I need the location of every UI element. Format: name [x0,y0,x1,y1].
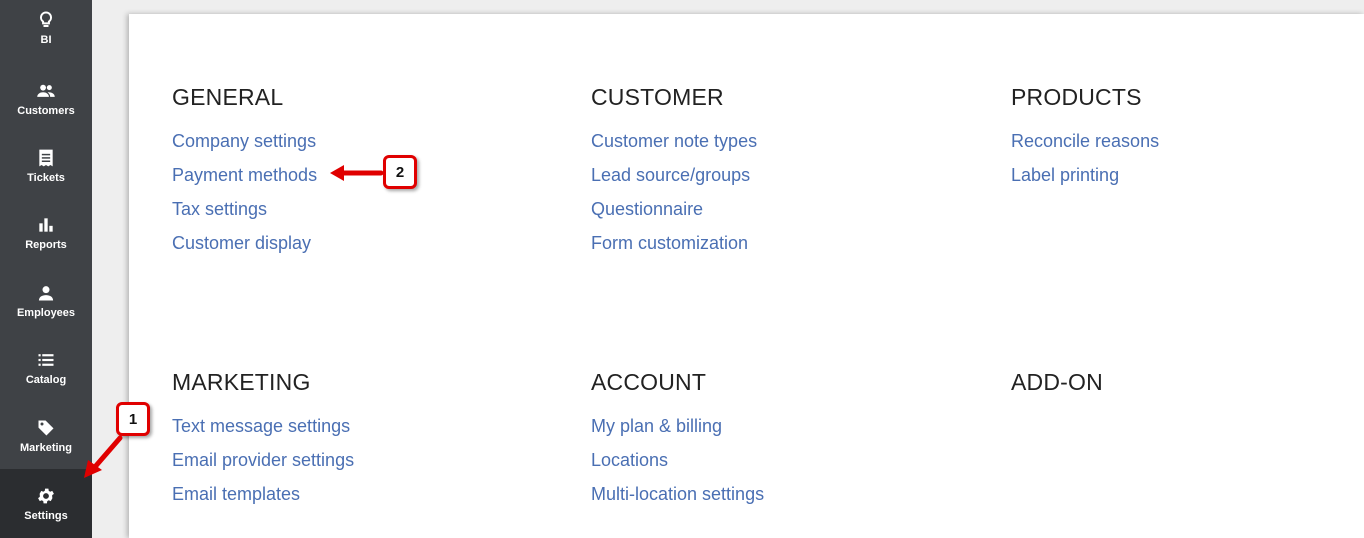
section-addon: ADD-ON [1011,369,1103,409]
nav-item-settings[interactable]: Settings [0,469,92,538]
section-title-customer: CUSTOMER [591,84,724,110]
link-email-provider-settings[interactable]: Email provider settings [172,443,354,477]
person-icon [38,285,54,300]
tag-icon [38,420,54,435]
link-label-printing[interactable]: Label printing [1011,158,1159,192]
lightbulb-icon [40,10,52,27]
section-account: ACCOUNT My plan & billing Locations Mult… [591,369,764,511]
section-title-marketing: MARKETING [172,369,311,395]
nav-item-marketing[interactable]: Marketing [0,402,92,469]
nav-label-settings: Settings [24,509,68,522]
link-my-plan-billing[interactable]: My plan & billing [591,409,764,443]
link-questionnaire[interactable]: Questionnaire [591,192,757,226]
receipt-icon [39,149,53,166]
section-products: PRODUCTS Reconcile reasons Label printin… [1011,84,1159,192]
settings-panel: GENERAL Company settings Payment methods… [129,14,1364,538]
nav-label-bi: BI [40,33,52,46]
list-icon [38,353,54,366]
section-title-account: ACCOUNT [591,369,707,395]
link-text-message-settings[interactable]: Text message settings [172,409,354,443]
link-lead-source-groups[interactable]: Lead source/groups [591,158,757,192]
nav-item-employees[interactable]: Employees [0,267,92,334]
link-tax-settings[interactable]: Tax settings [172,192,317,226]
link-customer-display[interactable]: Customer display [172,226,317,260]
gear-icon [38,488,54,503]
section-marketing: MARKETING Text message settings Email pr… [172,369,354,511]
link-locations[interactable]: Locations [591,443,764,477]
annotation-badge-1: 1 [116,402,150,436]
link-email-templates[interactable]: Email templates [172,477,354,511]
nav-item-catalog[interactable]: Catalog [0,334,92,401]
people-icon [37,84,55,97]
annotation-arrow-1 [84,435,123,478]
section-title-general: GENERAL [172,84,284,110]
sidebar: BI Customers Tickets Reports Employees C… [0,0,92,538]
bar-chart-icon [39,217,53,232]
link-payment-methods[interactable]: Payment methods [172,158,317,192]
nav-item-bi[interactable]: BI [0,0,92,61]
nav-label-catalog: Catalog [25,373,67,386]
link-company-settings[interactable]: Company settings [172,124,317,158]
nav-item-tickets[interactable]: Tickets [0,132,92,199]
annotation-badge-2: 2 [383,155,417,189]
section-general: GENERAL Company settings Payment methods… [172,84,317,260]
nav-item-customers[interactable]: Customers [0,65,92,132]
nav-label-marketing: Marketing [20,441,72,454]
annotation-arrow-2 [330,165,384,181]
section-title-addon: ADD-ON [1011,369,1103,395]
nav-label-tickets: Tickets [27,171,65,184]
section-title-products: PRODUCTS [1011,84,1142,110]
nav-label-reports: Reports [25,238,67,251]
link-form-customization[interactable]: Form customization [591,226,757,260]
nav-label-employees: Employees [16,306,76,319]
nav-label-customers: Customers [17,104,75,117]
link-customer-note-types[interactable]: Customer note types [591,124,757,158]
link-multi-location-settings[interactable]: Multi-location settings [591,477,764,511]
link-reconcile-reasons[interactable]: Reconcile reasons [1011,124,1159,158]
section-customer: CUSTOMER Customer note types Lead source… [591,84,757,260]
nav-item-reports[interactable]: Reports [0,199,92,266]
